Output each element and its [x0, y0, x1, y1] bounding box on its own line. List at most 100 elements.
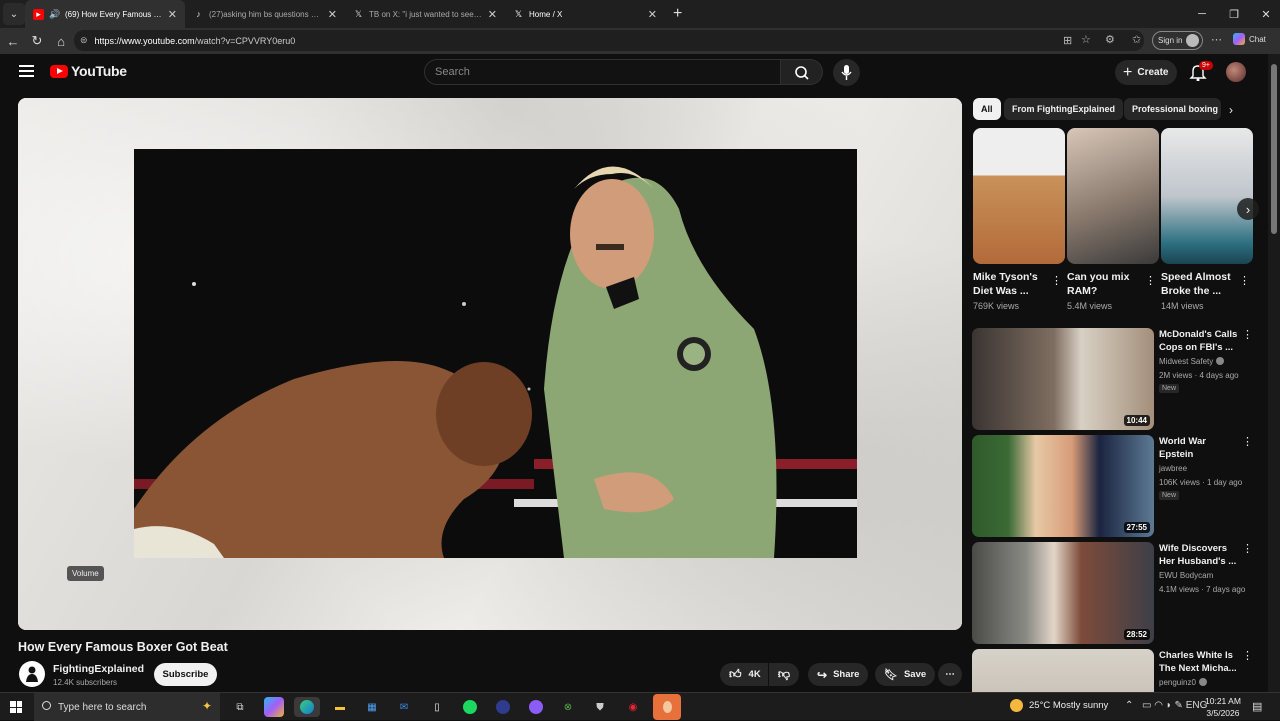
video-menu-icon[interactable]: ⋮: [1242, 328, 1253, 341]
file-explorer-icon[interactable]: ▬: [330, 697, 350, 717]
browser-tab-x-home[interactable]: 𝕏 Home / X ✕: [505, 0, 665, 28]
scrollbar-thumb[interactable]: [1271, 64, 1277, 234]
video-menu-icon[interactable]: ⋮: [1242, 542, 1253, 555]
browser-tab-x-post[interactable]: 𝕏 TB on X: "i just wanted to see the ✕: [345, 0, 505, 28]
restore-icon[interactable]: ❐: [1218, 0, 1250, 28]
address-bar[interactable]: ⊜ https://www.youtube.com/watch?v=CPVVRY…: [74, 30, 1144, 51]
search-button[interactable]: [781, 59, 823, 85]
voice-search-button[interactable]: [833, 59, 860, 86]
copilot-chat-button[interactable]: Chat: [1233, 33, 1266, 45]
chips-next-icon[interactable]: ›: [1229, 103, 1233, 117]
share-button[interactable]: ↪ Share: [808, 663, 869, 686]
back-icon[interactable]: ←: [1, 29, 25, 53]
video-meta: 2M views · 4 days ago: [1159, 371, 1239, 380]
chip-from-channel[interactable]: From FightingExplained: [1004, 98, 1123, 120]
create-button[interactable]: + Create: [1115, 60, 1177, 85]
menu-icon[interactable]: [19, 65, 34, 77]
video-title: How Every Famous Boxer Got Beat: [18, 640, 228, 654]
xbox-icon[interactable]: ⊗: [558, 697, 578, 717]
shorts-next-icon[interactable]: ›: [1237, 198, 1259, 220]
short-card[interactable]: Can you mix RAM? 5.4M views ⋮: [1067, 128, 1159, 311]
notifications-center-icon[interactable]: ▤: [1252, 700, 1262, 713]
youtube-logo[interactable]: YouTube: [50, 63, 127, 79]
tab-title: TB on X: "i just wanted to see the: [369, 9, 482, 19]
spotify-icon[interactable]: [460, 697, 480, 717]
app-available-icon[interactable]: ⊞: [1063, 34, 1072, 47]
chat-label: Chat: [1249, 34, 1266, 44]
system-tray-icons[interactable]: ▭ ◠ ◗ ✎ ENG: [1142, 700, 1207, 711]
video-player[interactable]: Volume: [18, 98, 962, 630]
video-title: World War Epstein: [1159, 436, 1206, 460]
favorite-star-icon[interactable]: ☆: [1081, 33, 1091, 46]
windows-start-icon[interactable]: [10, 701, 22, 713]
site-info-icon[interactable]: ⊜: [80, 35, 88, 46]
home-icon[interactable]: ⌂: [49, 29, 73, 53]
recommended-video[interactable]: 28:52 Wife Discovers Her Husband's ... E…: [972, 542, 1254, 644]
system-clock[interactable]: 10:21 AM 3/5/2026: [1205, 695, 1241, 719]
tab-list-dropdown-icon[interactable]: ⌄: [3, 3, 25, 25]
channel-avatar[interactable]: [19, 661, 45, 687]
short-menu-icon[interactable]: ⋮: [1239, 274, 1250, 287]
recommended-video[interactable]: 10:44 McDonald's Calls Cops on FBI's ...…: [972, 328, 1254, 430]
more-menu-icon[interactable]: ⋯: [1211, 33, 1222, 46]
short-menu-icon[interactable]: ⋮: [1145, 274, 1156, 287]
security-shield-icon[interactable]: ⛊: [590, 697, 610, 717]
notepad-icon[interactable]: ▯: [427, 697, 447, 717]
video-menu-icon[interactable]: ⋮: [1242, 435, 1253, 448]
tab-title: (69) How Every Famous Boxer Got Beat: [65, 9, 162, 19]
close-window-icon[interactable]: ✕: [1250, 0, 1280, 28]
close-tab-icon[interactable]: ✕: [488, 8, 497, 21]
save-button[interactable]: 🔖︎ Save: [875, 663, 936, 686]
video-menu-icon[interactable]: ⋮: [1242, 649, 1253, 662]
browser-tab-youtube[interactable]: ▸ 🔊 (69) How Every Famous Boxer Got Beat…: [25, 0, 185, 28]
sign-in-button[interactable]: Sign in: [1152, 31, 1204, 50]
browser-tab-tiktok[interactable]: ♪ (27)asking him bs questions #ufc ✕: [185, 0, 345, 28]
thumbs-down-icon: 👎︎: [777, 667, 791, 681]
short-card[interactable]: Mike Tyson's Diet Was ... 769K views ⋮: [973, 128, 1065, 311]
more-actions-button[interactable]: ⋯: [938, 663, 962, 686]
new-tab-button[interactable]: +: [673, 5, 682, 23]
copilot-app-icon[interactable]: [264, 697, 284, 717]
chip-professional-boxing[interactable]: Professional boxing: [1124, 98, 1221, 120]
short-title: Mike Tyson's Diet Was ...: [973, 271, 1038, 297]
page-scrollbar[interactable]: [1268, 54, 1280, 692]
video-frame[interactable]: [134, 149, 857, 558]
task-view-icon[interactable]: ⧉: [230, 697, 250, 717]
dislike-button[interactable]: 👎︎: [769, 663, 799, 686]
verified-icon: [1198, 678, 1207, 686]
recommended-video[interactable]: Charles White Is The Next Micha... pengu…: [972, 649, 1254, 692]
weather-widget[interactable]: 25°C Mostly sunny: [1010, 699, 1108, 712]
speaker-icon[interactable]: 🔊: [49, 9, 60, 20]
chip-all[interactable]: All: [973, 98, 1001, 120]
microsoft-store-icon[interactable]: ▦: [362, 697, 382, 717]
search-icon: [42, 701, 51, 710]
close-tab-icon[interactable]: ✕: [648, 8, 657, 21]
minimize-icon[interactable]: ─: [1186, 0, 1218, 28]
egg-app-icon[interactable]: [653, 694, 681, 720]
account-avatar[interactable]: [1226, 62, 1246, 82]
duration-badge: 28:52: [1123, 629, 1150, 640]
edge-browser-icon[interactable]: [294, 697, 320, 717]
outlook-icon[interactable]: ✉: [394, 697, 414, 717]
like-button[interactable]: 👍︎ 4K: [720, 663, 768, 686]
taskbar-search-input[interactable]: Type here to search ✦: [34, 693, 220, 721]
show-hidden-icons-chevron[interactable]: ⌃: [1125, 700, 1133, 711]
duration-badge: 27:55: [1123, 522, 1150, 533]
subscribe-button[interactable]: Subscribe: [154, 663, 217, 686]
recommended-video[interactable]: 27:55 World War Epstein jawbree 106K vie…: [972, 435, 1254, 537]
recording-app-icon[interactable]: ◉: [623, 697, 643, 717]
refresh-icon[interactable]: ↻: [25, 29, 49, 53]
channel-name[interactable]: FightingExplained: [53, 663, 144, 675]
close-tab-icon[interactable]: ✕: [168, 8, 177, 21]
notification-badge: 9+: [1199, 61, 1213, 70]
short-views: 769K views: [973, 301, 1020, 311]
short-menu-icon[interactable]: ⋮: [1051, 274, 1062, 287]
discord-icon[interactable]: [526, 697, 546, 717]
close-tab-icon[interactable]: ✕: [328, 8, 337, 21]
youtube-favicon-icon: ▸: [33, 8, 44, 20]
search-input[interactable]: Search: [424, 59, 781, 85]
extensions-icon[interactable]: ⚙: [1105, 33, 1115, 46]
favorites-icon[interactable]: ✩: [1132, 33, 1141, 46]
short-card[interactable]: Speed Almost Broke the ... 14M views ⋮: [1161, 128, 1253, 311]
media-app-icon[interactable]: [493, 697, 513, 717]
